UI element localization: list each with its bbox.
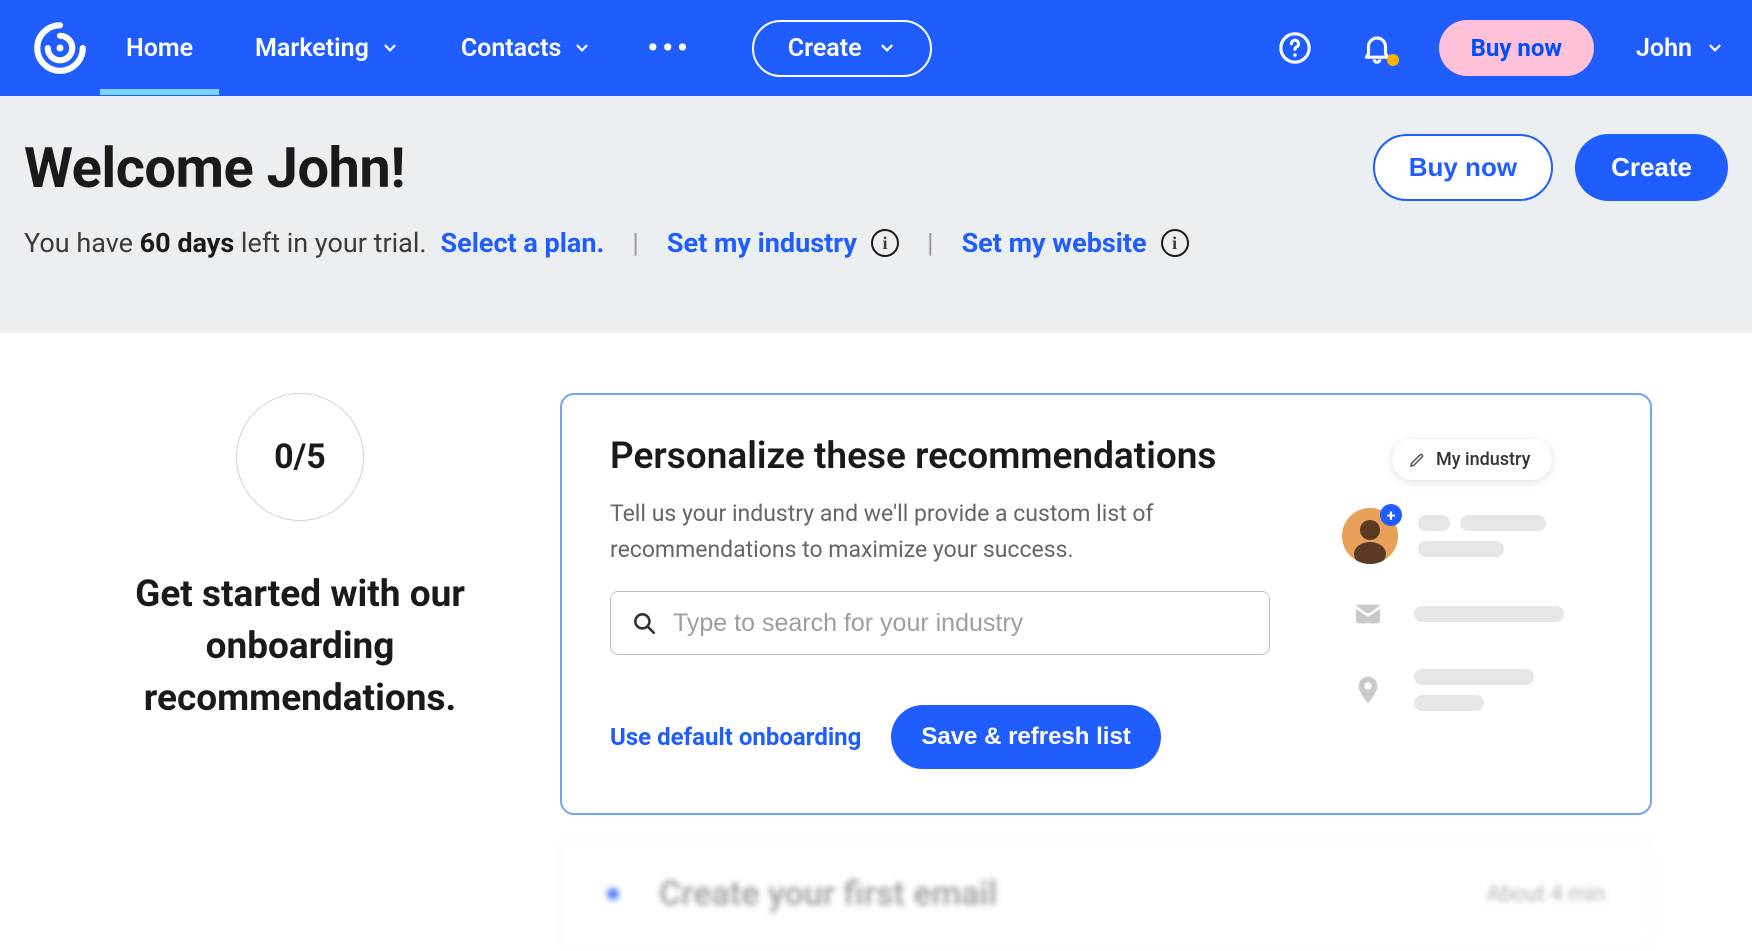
- hero-section: Welcome John! Buy now Create You have 60…: [0, 96, 1752, 333]
- select-plan-link[interactable]: Select a plan.: [441, 227, 605, 259]
- trial-text: You have 60 days left in your trial.: [24, 227, 427, 259]
- progress-indicator: 0/5: [236, 393, 364, 521]
- set-industry-link[interactable]: Set my industry: [667, 227, 857, 259]
- illustration-row: [1342, 588, 1602, 640]
- illustration-row: +: [1342, 508, 1602, 564]
- card-illustration: My industry +: [1342, 435, 1602, 769]
- next-onboarding-item[interactable]: Create your first email About 4 min: [560, 837, 1652, 951]
- user-menu[interactable]: John: [1636, 34, 1724, 63]
- divider: |: [927, 227, 934, 259]
- location-icon: [1342, 664, 1394, 716]
- help-icon[interactable]: [1275, 28, 1315, 68]
- nav-marketing[interactable]: Marketing: [249, 2, 405, 95]
- my-industry-chip[interactable]: My industry: [1392, 439, 1552, 480]
- divider: |: [632, 227, 639, 259]
- nav-create-label: Create: [788, 34, 862, 63]
- next-item-time: About 4 min: [1486, 882, 1605, 907]
- personalize-card: Personalize these recommendations Tell u…: [560, 393, 1652, 815]
- nav-contacts-label: Contacts: [461, 34, 562, 63]
- notifications-icon[interactable]: [1357, 28, 1397, 68]
- brand-logo[interactable]: [28, 16, 92, 80]
- nav-more-icon[interactable]: •••: [647, 31, 691, 66]
- page-title: Welcome John!: [24, 135, 1351, 201]
- card-description: Tell us your industry and we'll provide …: [610, 496, 1210, 567]
- industry-search-field[interactable]: [610, 591, 1270, 655]
- nav-marketing-label: Marketing: [255, 34, 369, 63]
- mail-icon: [1342, 588, 1394, 640]
- main-content: 0/5 Get started with our onboarding reco…: [0, 333, 1752, 951]
- set-website-link[interactable]: Set my website: [962, 227, 1147, 259]
- buy-now-button[interactable]: Buy now: [1439, 20, 1594, 76]
- my-industry-chip-label: My industry: [1436, 449, 1530, 470]
- pencil-icon: [1408, 451, 1426, 469]
- illustration-row: [1342, 664, 1602, 716]
- info-icon[interactable]: i: [871, 229, 899, 257]
- plus-badge-icon: +: [1380, 504, 1402, 526]
- user-name: John: [1636, 34, 1692, 63]
- notification-dot: [1387, 54, 1399, 66]
- status-dot-icon: [607, 888, 619, 900]
- nav-create-button[interactable]: Create: [752, 20, 932, 77]
- nav-home-label: Home: [126, 34, 193, 63]
- chevron-down-icon: [878, 39, 896, 57]
- industry-search-input[interactable]: [673, 609, 1249, 638]
- onboarding-heading: Get started with our onboarding recommen…: [100, 569, 500, 724]
- hero-create-button[interactable]: Create: [1575, 134, 1728, 201]
- use-default-onboarding-link[interactable]: Use default onboarding: [610, 723, 861, 751]
- hero-buy-now-button[interactable]: Buy now: [1373, 134, 1553, 201]
- nav-contacts[interactable]: Contacts: [455, 2, 598, 95]
- info-icon[interactable]: i: [1161, 229, 1189, 257]
- nav-home[interactable]: Home: [120, 2, 199, 95]
- onboarding-sidebar: 0/5 Get started with our onboarding reco…: [100, 393, 500, 951]
- progress-text: 0/5: [274, 437, 326, 477]
- chevron-down-icon: [1706, 39, 1724, 57]
- top-nav: Home Marketing Contacts ••• Create: [0, 0, 1752, 96]
- save-refresh-label: Save & refresh list: [921, 723, 1130, 750]
- save-refresh-button[interactable]: Save & refresh list: [891, 705, 1160, 769]
- search-icon: [631, 610, 657, 636]
- chevron-down-icon: [381, 39, 399, 57]
- buy-now-label: Buy now: [1471, 34, 1562, 62]
- card-title: Personalize these recommendations: [610, 435, 1292, 478]
- chevron-down-icon: [573, 39, 591, 57]
- next-item-title: Create your first email: [659, 874, 1446, 914]
- hero-buy-now-label: Buy now: [1409, 152, 1517, 182]
- hero-create-label: Create: [1611, 152, 1692, 182]
